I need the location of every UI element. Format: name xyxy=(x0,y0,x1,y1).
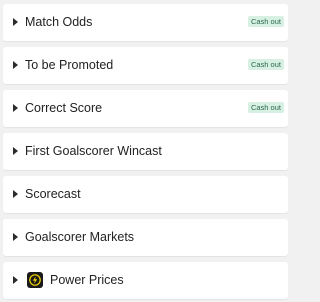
market-label: First Goalscorer Wincast xyxy=(25,144,162,158)
market-row-match-odds[interactable]: Match Odds Cash out xyxy=(3,4,288,41)
cash-out-badge: Cash out xyxy=(247,16,284,27)
chevron-right-icon xyxy=(13,61,18,69)
market-row-power-prices[interactable]: Power Prices xyxy=(3,262,288,299)
market-row-goalscorer-markets[interactable]: Goalscorer Markets xyxy=(3,219,288,256)
market-row-to-be-promoted[interactable]: To be Promoted Cash out xyxy=(3,47,288,84)
market-label: Goalscorer Markets xyxy=(25,230,135,244)
cash-out-badge: Cash out xyxy=(247,102,284,113)
lightning-bolt-icon xyxy=(29,274,41,286)
chevron-right-icon xyxy=(13,276,18,284)
chevron-right-icon xyxy=(13,233,18,241)
market-list: Match Odds Cash out To be Promoted Cash … xyxy=(3,0,288,299)
market-row-correct-score[interactable]: Correct Score Cash out xyxy=(3,90,288,127)
market-row-scorecast[interactable]: Scorecast xyxy=(3,176,288,213)
cash-out-badge: Cash out xyxy=(247,59,284,70)
power-prices-icon xyxy=(27,272,43,288)
market-label: Match Odds xyxy=(25,15,93,29)
market-row-first-goalscorer-wincast[interactable]: First Goalscorer Wincast xyxy=(3,133,288,170)
market-label: Scorecast xyxy=(25,187,81,201)
chevron-right-icon xyxy=(13,190,18,198)
market-label: Correct Score xyxy=(25,101,103,115)
market-label: To be Promoted xyxy=(25,58,114,72)
market-label: Power Prices xyxy=(50,273,124,287)
chevron-right-icon xyxy=(13,104,18,112)
chevron-right-icon xyxy=(13,18,18,26)
chevron-right-icon xyxy=(13,147,18,155)
